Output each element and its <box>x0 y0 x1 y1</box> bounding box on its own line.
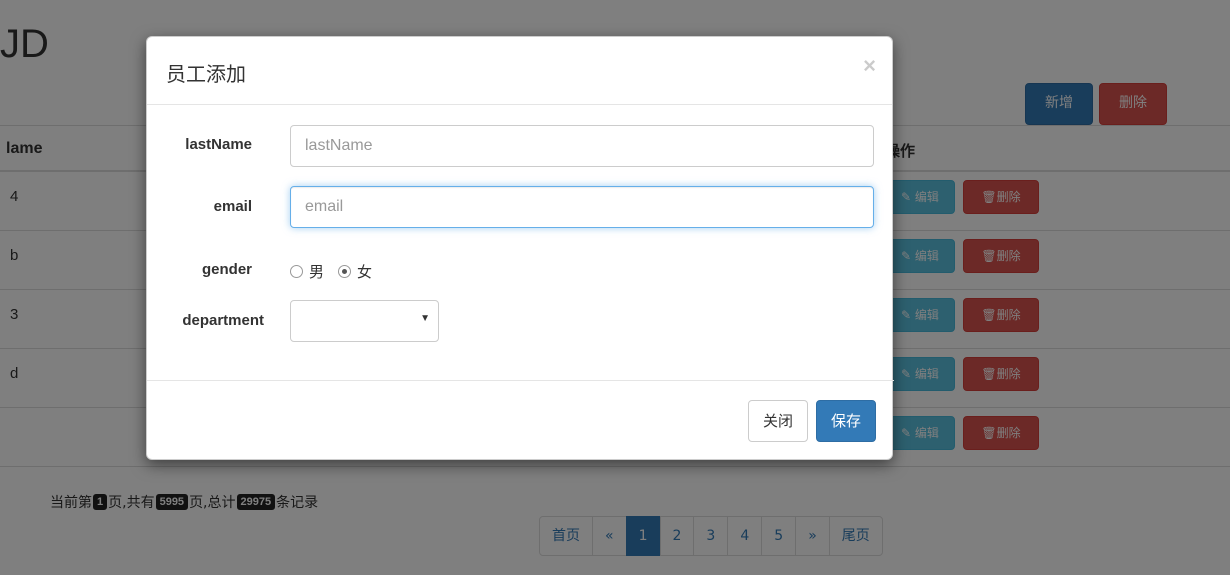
gender-radio-group: 男 女 <box>290 261 378 282</box>
employee-add-modal: 员工添加 × lastName email gender 男 女 departm… <box>146 36 894 460</box>
gender-option-male[interactable]: 男 <box>290 261 324 282</box>
save-button[interactable]: 保存 <box>815 400 876 442</box>
email-label: email <box>213 198 252 215</box>
modal-footer: 关闭 保存 <box>147 380 894 460</box>
lastname-label: lastName <box>185 136 252 153</box>
gender-female-label: 女 <box>357 263 373 281</box>
radio-checked-icon[interactable] <box>338 265 352 278</box>
form-row-department: department ▼ <box>147 300 894 342</box>
form-row-gender: gender 男 女 <box>147 259 894 283</box>
gender-male-label: 男 <box>309 263 325 281</box>
modal-title: 员工添加 <box>166 62 246 86</box>
email-input[interactable] <box>290 186 874 228</box>
gender-option-female[interactable]: 女 <box>338 261 372 282</box>
form-row-lastname: lastName <box>147 125 894 167</box>
chevron-down-icon: ▼ <box>420 313 430 324</box>
department-select[interactable]: ▼ <box>290 300 439 342</box>
radio-unchecked-icon[interactable] <box>290 265 303 278</box>
form-row-email: email <box>147 186 894 228</box>
gender-label: gender <box>201 261 252 278</box>
department-label: department <box>182 312 264 329</box>
lastname-input[interactable] <box>290 125 874 167</box>
close-icon[interactable]: × <box>863 53 876 79</box>
close-button[interactable]: 关闭 <box>747 400 808 442</box>
modal-header: 员工添加 × <box>147 37 892 105</box>
